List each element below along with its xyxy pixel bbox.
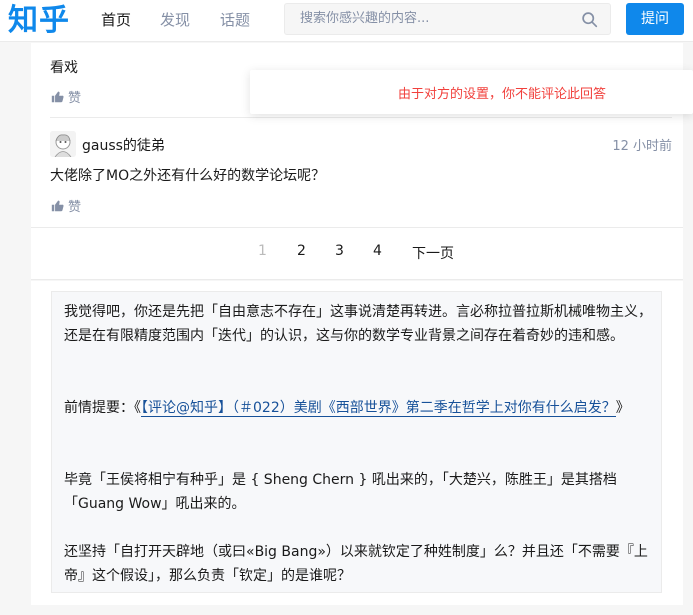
page-2[interactable]: 2 — [297, 243, 306, 259]
thumbs-up-icon — [51, 200, 64, 212]
like-label: 赞 — [68, 200, 82, 215]
comment-divider — [50, 117, 672, 118]
page-3[interactable]: 3 — [335, 243, 344, 259]
quote-paragraph: 还坚持「自打开天辟地（或曰«Big Bang»）以来就钦定了种姓制度」么？并且还… — [64, 544, 648, 584]
comment-text: 看戏 — [50, 60, 78, 76]
next-page-button[interactable]: 下一页 — [412, 243, 454, 263]
like-button[interactable]: 赞 — [51, 87, 81, 106]
like-label: 赞 — [68, 91, 82, 106]
comment-text: 大佬除了MO之外还有什么好的数学论坛呢？ — [50, 168, 326, 184]
quote-link[interactable]: 【评论@知乎】（＃022）美剧《西部世界》第二季在哲学上对你有什么启发？ — [141, 400, 616, 417]
page-4[interactable]: 4 — [373, 243, 382, 259]
nav-discover[interactable]: 发现 — [160, 0, 190, 42]
toast-message: 由于对方的设置，你不能评论此回答 — [398, 87, 607, 102]
toast-notice: 由于对方的设置，你不能评论此回答 — [250, 70, 693, 114]
like-button[interactable]: 赞 — [51, 196, 81, 215]
top-navbar: 知乎 首页 发现 话题 搜索你感兴趣的内容... 提问 — [0, 0, 693, 42]
page-1[interactable]: 1 — [258, 243, 267, 259]
nav-topics[interactable]: 话题 — [220, 0, 250, 42]
quote-paragraph: 我觉得吧，你还是先把「自由意志不存在」这事说清楚再转进。言必称拉普拉斯机械唯物主… — [64, 304, 652, 344]
quote-prefix: 前情提要：《 — [64, 400, 141, 416]
comment-time: 12 小时前 — [612, 139, 672, 154]
quote-paragraph: 毕竟「王侯将相宁有种乎」是 { Sheng Chern } 吼出来的，「大楚兴，… — [64, 472, 617, 512]
ask-button[interactable]: 提问 — [626, 3, 684, 35]
avatar[interactable] — [50, 131, 76, 157]
thumbs-up-icon — [51, 91, 64, 103]
search-icon[interactable] — [581, 11, 598, 28]
quoted-answer-card: 我觉得吧，你还是先把「自由意志不存在」这事说清楚再转进。言必称拉普拉斯机械唯物主… — [31, 281, 683, 605]
quoted-answer: 我觉得吧，你还是先把「自由意志不存在」这事说清楚再转进。言必称拉普拉斯机械唯物主… — [51, 291, 662, 593]
comment-author-row: gauss的徒弟 12 小时前 — [50, 131, 672, 157]
comment-divider — [31, 227, 683, 228]
pagination: 1 2 3 4 下一页 — [31, 240, 683, 280]
search-input[interactable]: 搜索你感兴趣的内容... — [300, 4, 429, 34]
zhihu-logo[interactable]: 知乎 — [8, 2, 70, 40]
author-name[interactable]: gauss的徒弟 — [82, 135, 165, 155]
quote-suffix: 》 — [615, 400, 630, 416]
quote-paragraph: 前情提要：《【评论@知乎】（＃022）美剧《西部世界》第二季在哲学上对你有什么启… — [64, 396, 654, 420]
search-box[interactable]: 搜索你感兴趣的内容... — [284, 3, 611, 35]
nav-home[interactable]: 首页 — [101, 0, 131, 42]
